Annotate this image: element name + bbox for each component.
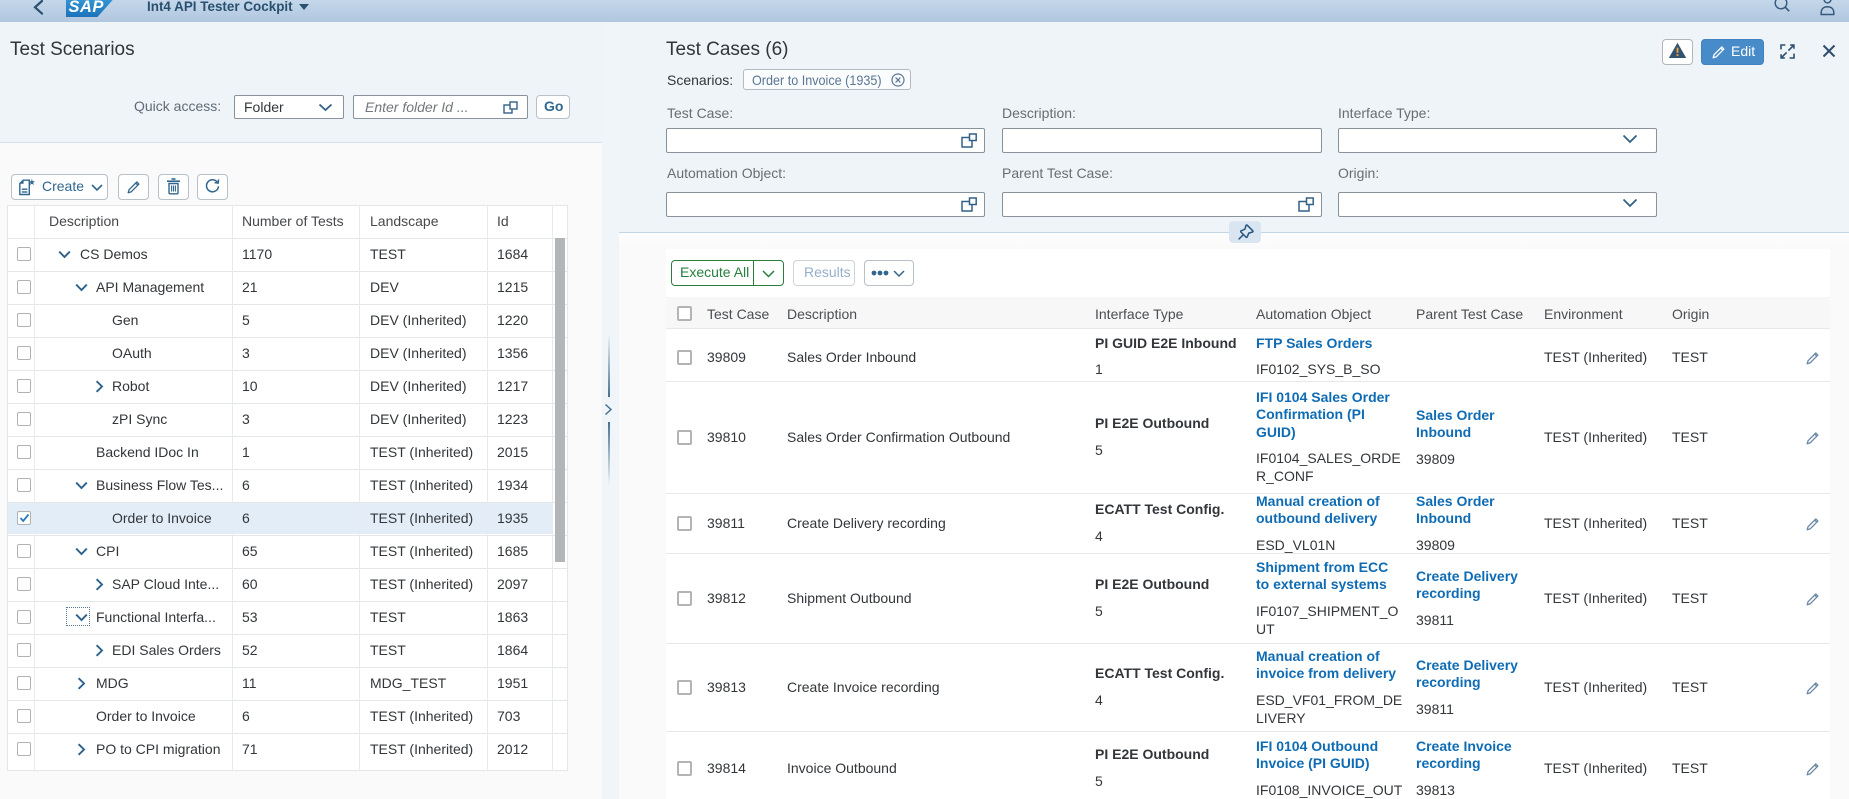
svg-text:SAP: SAP [69,0,105,16]
